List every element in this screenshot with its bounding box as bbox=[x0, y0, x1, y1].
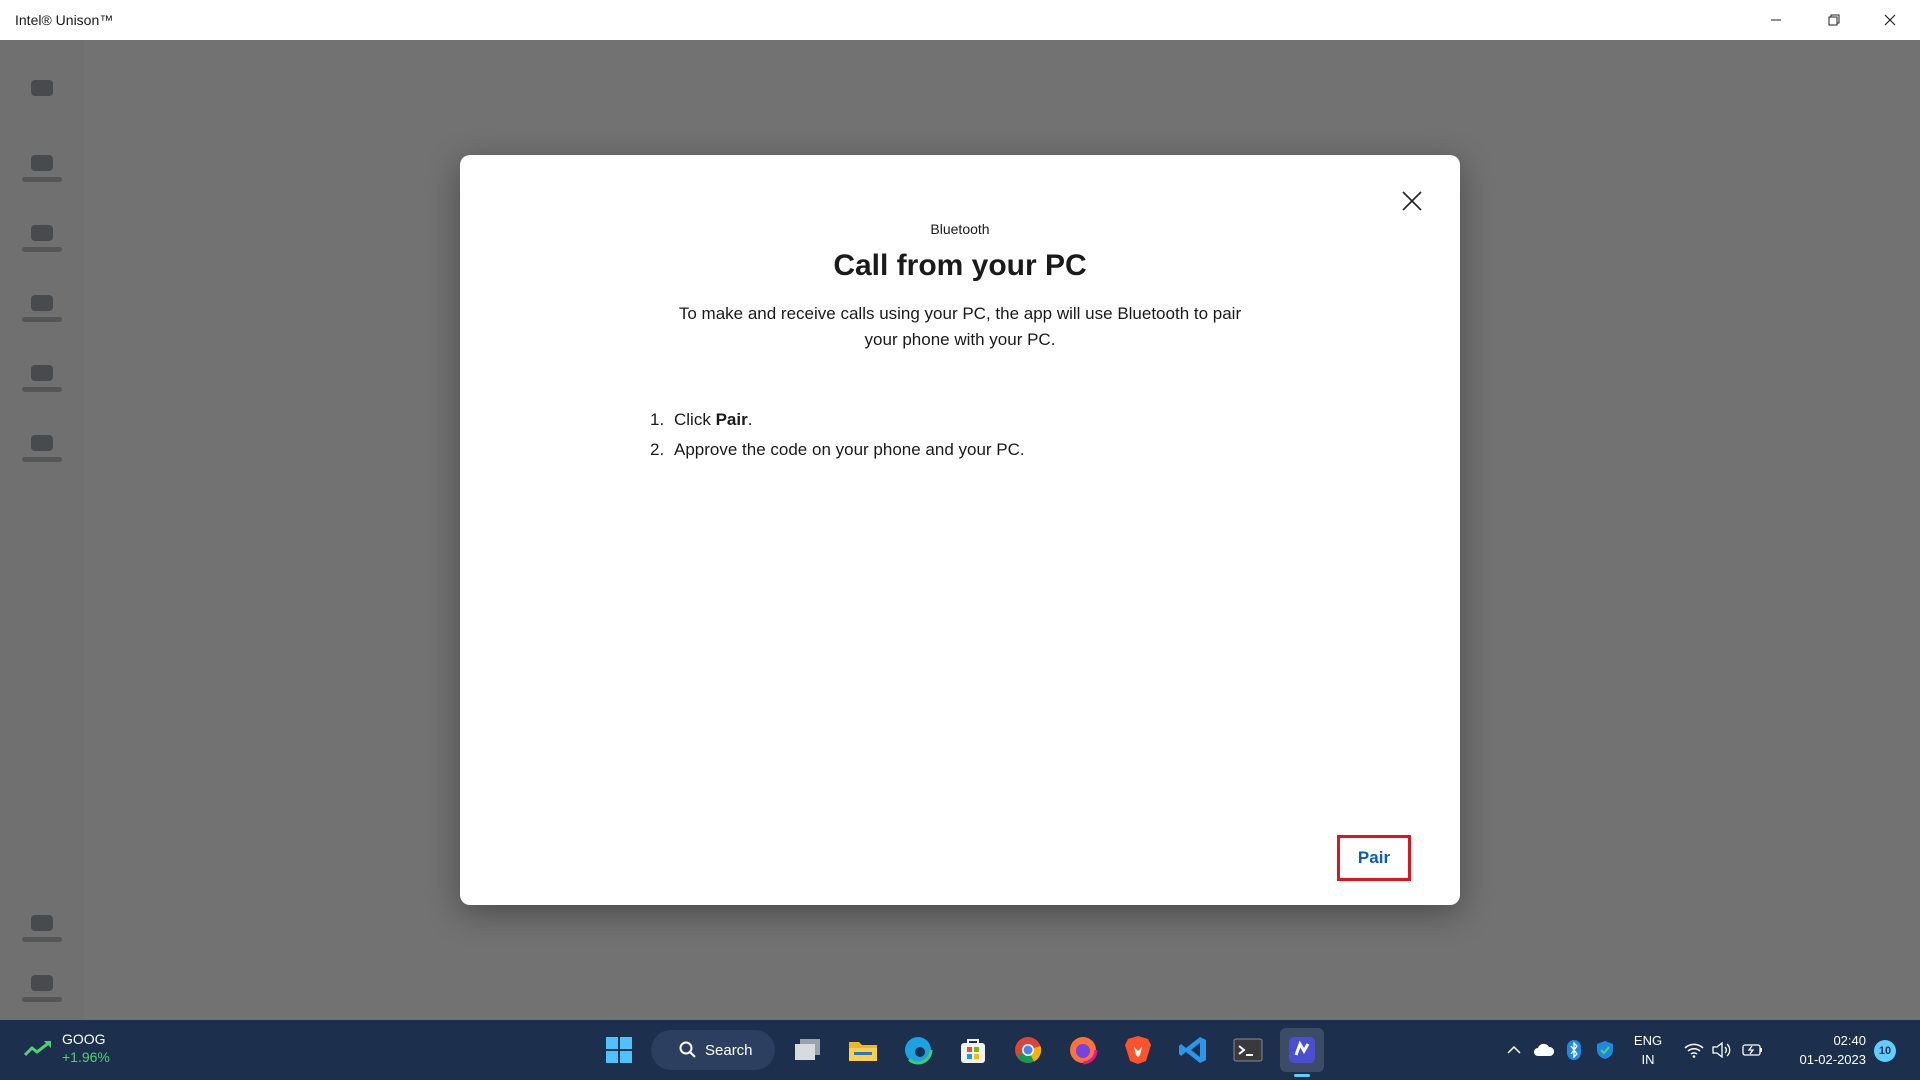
bluetooth-pairing-dialog: Bluetooth Call from your PC To make and … bbox=[460, 155, 1460, 905]
firefox-icon bbox=[1068, 1035, 1098, 1065]
pair-button[interactable]: Pair bbox=[1337, 835, 1411, 881]
dialog-title: Call from your PC bbox=[833, 249, 1087, 282]
step-item: 2. Approve the code on your phone and yo… bbox=[650, 440, 1025, 459]
stock-change: +1.96% bbox=[62, 1049, 110, 1065]
wifi-icon bbox=[1684, 1043, 1704, 1058]
close-icon bbox=[1884, 14, 1896, 26]
file-explorer-button[interactable] bbox=[841, 1028, 885, 1072]
window-title: Intel® Unison™ bbox=[15, 12, 114, 28]
firefox-button[interactable] bbox=[1061, 1028, 1105, 1072]
volume-tray[interactable] bbox=[1710, 1020, 1734, 1080]
edge-icon bbox=[903, 1035, 933, 1065]
onedrive-tray[interactable] bbox=[1530, 1020, 1558, 1080]
battery-tray[interactable] bbox=[1740, 1020, 1766, 1080]
dialog-close-button[interactable] bbox=[1392, 181, 1432, 221]
clock[interactable]: 02:40 01-02-2023 bbox=[1776, 1031, 1867, 1069]
microsoft-store-button[interactable] bbox=[951, 1028, 995, 1072]
stock-trend-icon bbox=[24, 1040, 51, 1057]
bluetooth-tray[interactable] bbox=[1562, 1020, 1586, 1080]
brave-icon bbox=[1125, 1036, 1151, 1064]
restore-button[interactable] bbox=[1806, 0, 1862, 40]
intel-unison-button[interactable] bbox=[1280, 1028, 1324, 1072]
edge-button[interactable] bbox=[896, 1028, 940, 1072]
close-icon bbox=[1402, 191, 1422, 211]
intel-unison-icon bbox=[1289, 1037, 1315, 1063]
task-view-button[interactable] bbox=[786, 1028, 830, 1072]
restore-icon bbox=[1828, 14, 1840, 26]
microsoft-store-icon bbox=[961, 1039, 985, 1063]
terminal-icon bbox=[1233, 1038, 1263, 1062]
search-label: Search bbox=[705, 1041, 753, 1059]
vscode-button[interactable] bbox=[1171, 1028, 1215, 1072]
step-item: 1. Click Pair. bbox=[650, 410, 753, 429]
cloud-icon bbox=[1534, 1043, 1555, 1056]
minimize-icon bbox=[1771, 19, 1781, 21]
clock-time: 02:40 bbox=[1833, 1033, 1866, 1048]
shield-icon bbox=[1597, 1041, 1613, 1059]
bluetooth-icon bbox=[1567, 1040, 1581, 1060]
minimize-button[interactable] bbox=[1748, 0, 1804, 40]
chevron-up-icon bbox=[1507, 1045, 1521, 1054]
taskbar: GOOG +1.96% Search ENG IN 02:40 01-02-20… bbox=[0, 1020, 1920, 1080]
brave-button[interactable] bbox=[1116, 1028, 1160, 1072]
dialog-description: To make and receive calls using your PC,… bbox=[678, 304, 1242, 349]
chrome-icon bbox=[1015, 1037, 1042, 1063]
stock-symbol: GOOG bbox=[62, 1031, 106, 1047]
steps-list: 1. Click Pair. 2. Approve the code on yo… bbox=[650, 405, 1250, 465]
clock-date: 01-02-2023 bbox=[1799, 1052, 1867, 1067]
close-window-button[interactable] bbox=[1862, 0, 1918, 40]
security-tray[interactable] bbox=[1592, 1020, 1618, 1080]
active-app-indicator bbox=[1294, 1074, 1310, 1077]
title-bar: Intel® Unison™ bbox=[0, 0, 1920, 40]
search-icon bbox=[679, 1041, 696, 1058]
vscode-icon bbox=[1179, 1037, 1206, 1063]
task-view-icon bbox=[795, 1039, 820, 1060]
battery-icon bbox=[1742, 1044, 1762, 1056]
wifi-tray[interactable] bbox=[1682, 1020, 1706, 1080]
windows-start-icon bbox=[606, 1037, 632, 1063]
notification-badge[interactable]: 10 bbox=[1874, 1040, 1896, 1062]
dialog-kicker: Bluetooth bbox=[930, 221, 990, 237]
terminal-button[interactable] bbox=[1226, 1028, 1270, 1072]
chrome-button[interactable] bbox=[1006, 1028, 1050, 1072]
file-explorer-icon bbox=[849, 1042, 877, 1061]
input-language[interactable]: ENG IN bbox=[1630, 1031, 1666, 1069]
volume-icon bbox=[1712, 1042, 1731, 1058]
show-hidden-icons-button[interactable] bbox=[1500, 1020, 1528, 1080]
start-button[interactable] bbox=[597, 1028, 641, 1072]
stock-widget[interactable]: GOOG +1.96% bbox=[24, 1030, 110, 1066]
taskbar-search[interactable]: Search bbox=[651, 1030, 775, 1070]
